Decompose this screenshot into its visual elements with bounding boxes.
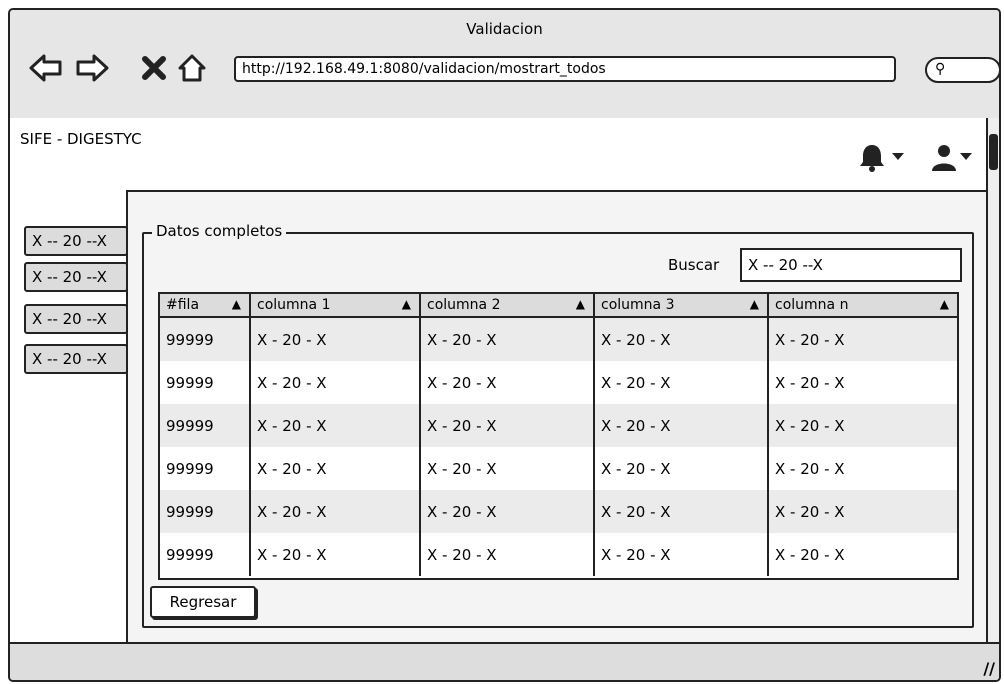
sidebar-item-4[interactable]: X -- 20 --X xyxy=(24,344,128,374)
address-bar[interactable]: http://192.168.49.1:8080/validacion/most… xyxy=(234,56,896,82)
search-label: Buscar xyxy=(668,256,720,274)
column-header-2[interactable]: columna 2 ▲ xyxy=(420,294,595,318)
row-number-cell: 99999 xyxy=(160,533,251,576)
sort-icon: ▲ xyxy=(749,297,759,311)
table-cell: X - 20 - X xyxy=(250,361,421,404)
status-bar: // xyxy=(10,642,999,680)
browser-toolbar: Validacion http://192.168.49.1:8080/vali… xyxy=(10,10,999,120)
table-cell: X - 20 - X xyxy=(420,490,595,533)
table-row[interactable]: 99999 X - 20 - X X - 20 - X X - 20 - X X… xyxy=(160,404,957,447)
sidebar-item-2[interactable]: X -- 20 --X xyxy=(24,262,128,292)
column-header-3[interactable]: columna 3 ▲ xyxy=(594,294,769,318)
data-panel: Datos completos Buscar X -- 20 --X #fila… xyxy=(126,190,988,646)
table-cell: X - 20 - X xyxy=(250,404,421,447)
regresar-button[interactable]: Regresar xyxy=(150,586,256,618)
group-legend: Datos completos xyxy=(152,222,287,240)
browser-search-field[interactable]: ⚲ xyxy=(925,57,999,83)
search-input[interactable]: X -- 20 --X xyxy=(740,248,962,282)
table-row[interactable]: 99999 X - 20 - X X - 20 - X X - 20 - X X… xyxy=(160,490,957,533)
datos-completos-group: Datos completos Buscar X -- 20 --X #fila… xyxy=(142,222,974,628)
forward-arrow-icon[interactable] xyxy=(74,51,110,85)
table-row[interactable]: 99999 X - 20 - X X - 20 - X X - 20 - X X… xyxy=(160,361,957,404)
row-number-cell: 99999 xyxy=(160,317,251,361)
table-cell: X - 20 - X xyxy=(250,533,421,576)
table-cell: X - 20 - X xyxy=(250,317,421,361)
window-title: Validacion xyxy=(466,20,543,38)
chevron-down-icon xyxy=(892,153,904,160)
user-icon xyxy=(932,145,956,171)
column-header-fila[interactable]: #fila ▲ xyxy=(160,294,251,318)
table-row[interactable]: 99999 X - 20 - X X - 20 - X X - 20 - X X… xyxy=(160,533,957,576)
data-table: #fila ▲ columna 1 ▲ columna 2 ▲ columna 3 ▲ … xyxy=(158,292,959,580)
user-menu[interactable] xyxy=(932,144,984,176)
home-icon[interactable] xyxy=(174,51,210,85)
column-header-1[interactable]: columna 1 ▲ xyxy=(250,294,421,318)
table-cell: X - 20 - X xyxy=(768,490,957,533)
row-number-cell: 99999 xyxy=(160,490,251,533)
scrollbar-thumb[interactable] xyxy=(989,134,998,170)
back-arrow-icon[interactable] xyxy=(28,51,64,85)
table-cell: X - 20 - X xyxy=(768,361,957,404)
table-cell: X - 20 - X xyxy=(594,317,769,361)
chevron-down-icon xyxy=(960,153,972,160)
table-row[interactable]: 99999 X - 20 - X X - 20 - X X - 20 - X X… xyxy=(160,317,957,361)
table-header-row: #fila ▲ columna 1 ▲ columna 2 ▲ columna 3 ▲ … xyxy=(160,294,957,318)
browser-window: Validacion http://192.168.49.1:8080/vali… xyxy=(8,8,1001,682)
table-cell: X - 20 - X xyxy=(420,533,595,576)
stop-icon[interactable] xyxy=(136,51,172,85)
sort-icon: ▲ xyxy=(401,297,411,311)
table-cell: X - 20 - X xyxy=(420,361,595,404)
app-content: SIFE - DIGESTYC X -- 20 --X X -- 20 --X xyxy=(10,118,988,646)
table-cell: X - 20 - X xyxy=(594,533,769,576)
sidebar-item-1[interactable]: X -- 20 --X xyxy=(24,226,128,256)
row-number-cell: 99999 xyxy=(160,404,251,447)
table-cell: X - 20 - X xyxy=(594,361,769,404)
table-cell: X - 20 - X xyxy=(768,404,957,447)
table-cell: X - 20 - X xyxy=(420,317,595,361)
search-icon: ⚲ xyxy=(935,61,946,77)
table-cell: X - 20 - X xyxy=(420,447,595,490)
vertical-scrollbar[interactable] xyxy=(986,118,999,646)
app-brand: SIFE - DIGESTYC xyxy=(20,130,142,148)
table-cell: X - 20 - X xyxy=(250,447,421,490)
table-cell: X - 20 - X xyxy=(250,490,421,533)
table-cell: X - 20 - X xyxy=(420,404,595,447)
sort-icon: ▲ xyxy=(575,297,585,311)
sidebar-item-3[interactable]: X -- 20 --X xyxy=(24,304,128,334)
row-number-cell: 99999 xyxy=(160,361,251,404)
table-cell: X - 20 - X xyxy=(594,404,769,447)
table-cell: X - 20 - X xyxy=(594,447,769,490)
sort-icon: ▲ xyxy=(939,297,949,311)
table-cell: X - 20 - X xyxy=(768,447,957,490)
resize-grip-icon[interactable]: // xyxy=(983,659,995,678)
column-header-n[interactable]: columna n ▲ xyxy=(768,294,957,318)
table-row[interactable]: 99999 X - 20 - X X - 20 - X X - 20 - X X… xyxy=(160,447,957,490)
sort-ascending-icon: ▲ xyxy=(231,297,241,311)
row-number-cell: 99999 xyxy=(160,447,251,490)
table-cell: X - 20 - X xyxy=(768,533,957,576)
bell-icon xyxy=(860,145,884,172)
table-cell: X - 20 - X xyxy=(594,490,769,533)
notifications-menu[interactable] xyxy=(858,142,918,176)
table-cell: X - 20 - X xyxy=(768,317,957,361)
